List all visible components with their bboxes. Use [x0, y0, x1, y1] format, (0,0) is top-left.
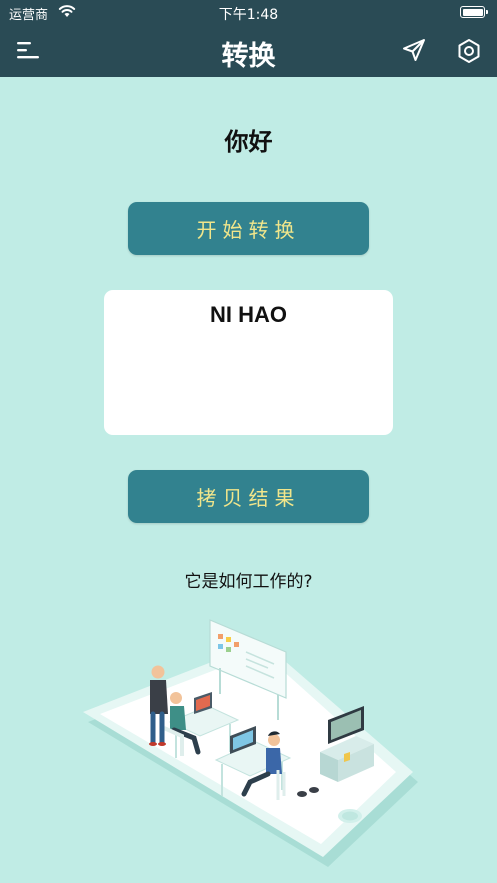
source-text: 你好: [224, 128, 273, 156]
nav-header: 转换: [0, 24, 497, 77]
status-bar: 运营商 下午1:48: [0, 0, 497, 24]
clock: 下午1:48: [218, 7, 279, 23]
send-icon[interactable]: [400, 36, 428, 64]
office-illustration: [83, 619, 418, 867]
convert-button[interactable]: 开始转换: [128, 202, 369, 255]
result-text: NI HAO: [210, 302, 287, 327]
battery-icon: [460, 6, 488, 18]
result-box: NI HAO: [104, 290, 393, 435]
copy-result-button[interactable]: 拷贝结果: [128, 470, 369, 523]
settings-icon[interactable]: [455, 37, 483, 65]
how-it-works-link[interactable]: 它是如何工作的?: [0, 567, 497, 592]
menu-icon[interactable]: [14, 38, 42, 62]
